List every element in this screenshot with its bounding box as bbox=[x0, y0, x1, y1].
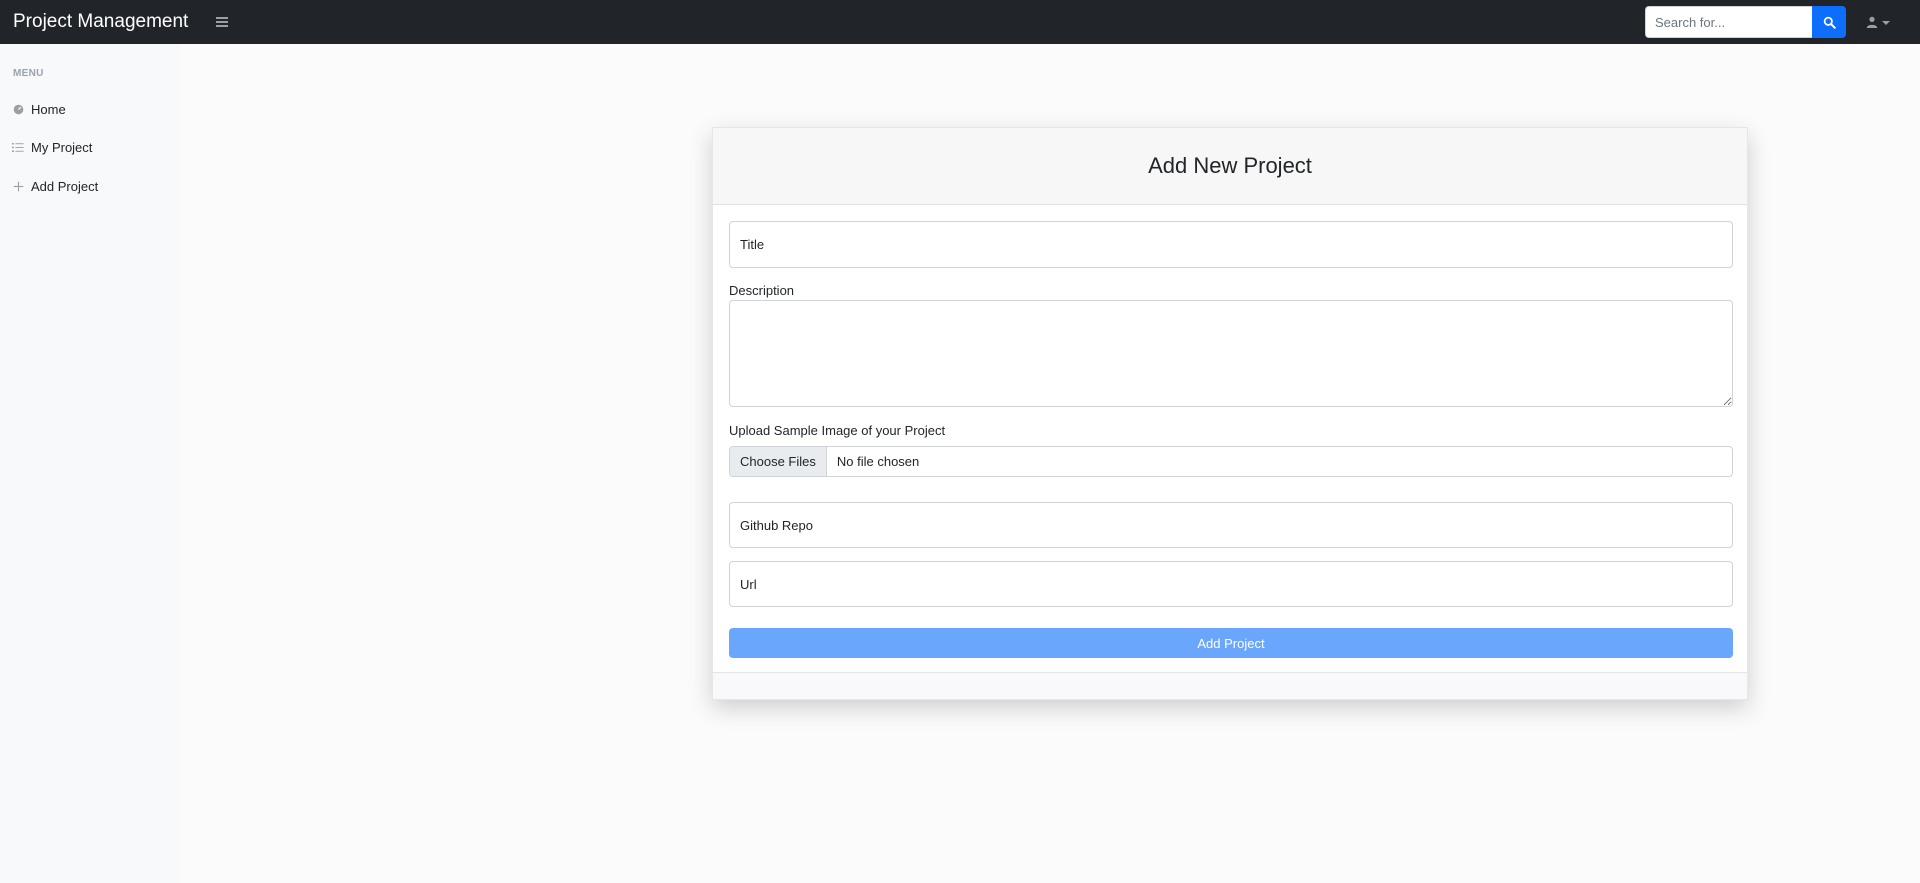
add-project-card: Add New Project Description Upload Sampl… bbox=[712, 127, 1748, 700]
description-textarea[interactable] bbox=[729, 300, 1733, 407]
plus-icon bbox=[12, 181, 24, 193]
list-icon bbox=[12, 142, 24, 154]
sidebar-item-home[interactable]: Home bbox=[12, 102, 66, 117]
sidebar: MENU Home My Project Add Project bbox=[0, 44, 180, 883]
brand-title[interactable]: Project Management bbox=[13, 11, 188, 33]
sidebar-item-label: Home bbox=[31, 102, 66, 117]
chevron-down-icon bbox=[1882, 20, 1890, 25]
sidebar-heading: MENU bbox=[13, 68, 44, 79]
sidebar-item-my-project[interactable]: My Project bbox=[12, 140, 92, 155]
user-dropdown[interactable] bbox=[1866, 16, 1890, 28]
sidebar-item-add-project[interactable]: Add Project bbox=[12, 179, 98, 194]
main-content: Add New Project Description Upload Sampl… bbox=[180, 44, 1920, 883]
image-file-input[interactable]: Choose Files No file chosen bbox=[729, 446, 1733, 477]
file-status-text: No file chosen bbox=[836, 454, 920, 469]
card-footer bbox=[713, 672, 1747, 699]
search-input[interactable] bbox=[1645, 6, 1812, 38]
choose-files-button[interactable]: Choose Files bbox=[730, 447, 827, 476]
image-upload-label: Upload Sample Image of your Project bbox=[729, 423, 946, 438]
menu-bar-line bbox=[216, 25, 229, 27]
sidebar-item-label: Add Project bbox=[31, 179, 99, 194]
card-header: Add New Project bbox=[713, 128, 1747, 205]
top-navbar: Project Management bbox=[0, 0, 1920, 44]
navbar-right bbox=[1645, 0, 1920, 44]
sidebar-item-label: My Project bbox=[31, 140, 93, 155]
menu-bar-line bbox=[216, 21, 229, 23]
sidebar-toggle-button[interactable] bbox=[214, 15, 230, 29]
menu-bar-line bbox=[216, 17, 229, 19]
github-repo-input[interactable] bbox=[729, 502, 1733, 548]
url-input[interactable] bbox=[729, 561, 1733, 607]
search-button[interactable] bbox=[1812, 6, 1846, 38]
title-input[interactable] bbox=[729, 221, 1733, 268]
add-project-button[interactable]: Add Project bbox=[729, 628, 1733, 658]
search-icon bbox=[1823, 16, 1836, 29]
gauge-icon bbox=[12, 104, 24, 116]
page-title: Add New Project bbox=[1148, 153, 1312, 178]
description-label: Description bbox=[729, 283, 795, 298]
user-icon bbox=[1866, 16, 1878, 28]
